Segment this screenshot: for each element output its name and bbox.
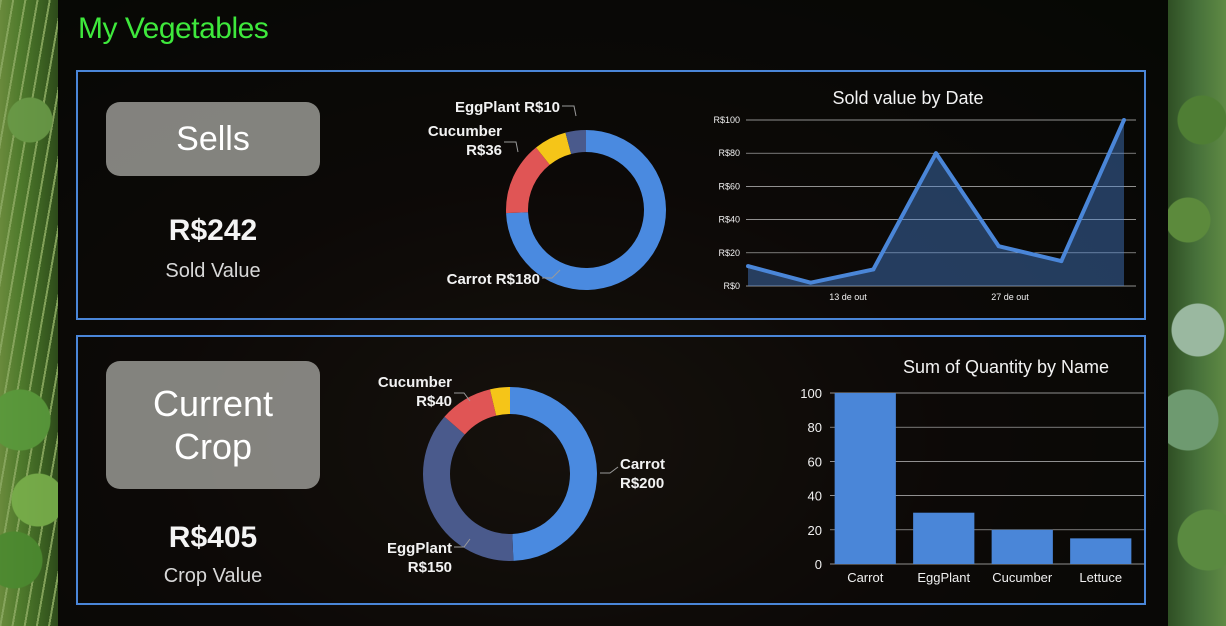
quantity-by-name-chart[interactable]: Sum of Quantity by Name 0 20 40 60 80 100 Carro… <box>708 349 1148 599</box>
page-title: My Vegetables <box>78 12 269 45</box>
right-foliage-image <box>1168 0 1226 626</box>
crop-value-label: Crop Value <box>163 565 263 587</box>
bar-x-tick: Carrot <box>847 570 884 585</box>
donut-label-eggplant: EggPlant <box>387 540 452 557</box>
area-point[interactable] <box>871 267 876 272</box>
donut-label-carrot: Carrot <box>620 456 665 473</box>
area-y-tick: R$20 <box>718 248 740 258</box>
area-point[interactable] <box>934 151 938 156</box>
sells-donut-chart[interactable]: Carrot R$180 Cucumber R$36 EggPlant R$10 <box>338 88 666 298</box>
bar-y-tick: 100 <box>800 386 822 401</box>
area-y-tick: R$100 <box>713 115 740 125</box>
bar-eggplant[interactable] <box>913 512 975 564</box>
area-y-tick: R$0 <box>723 281 740 291</box>
bar-y-tick: 60 <box>808 454 822 469</box>
crop-donut-chart[interactable]: Carrot R$200 EggPlant R$150 Cucumber R$40 <box>348 357 688 587</box>
donut-label-cucumber: R$40 <box>416 393 452 410</box>
sells-section: Sells R$242 Sold Value Carrot R$180 Cucum… <box>76 70 1146 320</box>
donut-leader-line <box>600 466 619 474</box>
bar-y-tick: 20 <box>808 523 822 538</box>
area-point[interactable] <box>808 280 813 285</box>
donut-label-carrot: Carrot R$180 <box>447 271 540 288</box>
bar-lettuce[interactable] <box>1070 538 1132 564</box>
area-y-tick: R$80 <box>718 148 740 158</box>
donut-label-cucumber: R$36 <box>466 142 502 159</box>
bar-carrot[interactable] <box>834 393 896 564</box>
area-fill <box>748 120 1124 286</box>
donut-slice-cucumber[interactable] <box>506 147 550 214</box>
area-chart-title: Sold value by Date <box>832 88 983 108</box>
bar-x-tick: Lettuce <box>1079 570 1122 585</box>
area-point[interactable] <box>996 244 1001 249</box>
sold-value-by-date-chart[interactable]: Sold value by Date R$0 R$20 R$40 R$60 R$80 R$1… <box>688 82 1148 312</box>
sells-button[interactable]: Sells <box>106 102 320 176</box>
donut-leader-line <box>562 105 577 117</box>
bar-y-tick: 80 <box>808 420 822 435</box>
bar-cucumber[interactable] <box>991 529 1053 564</box>
current-crop-button[interactable]: Current Crop <box>106 361 320 489</box>
donut-slice-carrot[interactable] <box>510 387 597 561</box>
area-x-tick: 27 de out <box>991 292 1029 302</box>
crop-section: Current Crop R$405 Crop Value Carrot R$20… <box>76 335 1146 605</box>
area-point[interactable] <box>1122 118 1126 122</box>
area-point[interactable] <box>1059 259 1064 264</box>
bar-chart-title: Sum of Quantity by Name <box>903 357 1109 377</box>
area-point[interactable] <box>746 264 750 269</box>
bar-y-tick: 40 <box>808 489 822 504</box>
sold-value-card: R$242 <box>168 214 258 247</box>
donut-leader-line <box>504 141 519 153</box>
donut-label-carrot: R$200 <box>620 475 664 492</box>
donut-label-eggplant: EggPlant R$10 <box>455 99 560 116</box>
bar-x-tick: Cucumber <box>992 570 1053 585</box>
donut-label-eggplant: R$150 <box>408 559 452 576</box>
donut-label-cucumber: Cucumber <box>428 123 502 140</box>
crop-value-card: R$405 <box>168 521 258 554</box>
area-y-tick: R$60 <box>718 181 740 191</box>
bar-x-tick: EggPlant <box>917 570 970 585</box>
bar-y-tick: 0 <box>815 557 822 572</box>
area-x-tick: 13 de out <box>829 292 867 302</box>
area-y-tick: R$40 <box>718 215 740 225</box>
donut-label-cucumber: Cucumber <box>378 374 452 391</box>
left-foliage-image <box>0 0 58 626</box>
sold-value-label: Sold Value <box>165 260 261 282</box>
